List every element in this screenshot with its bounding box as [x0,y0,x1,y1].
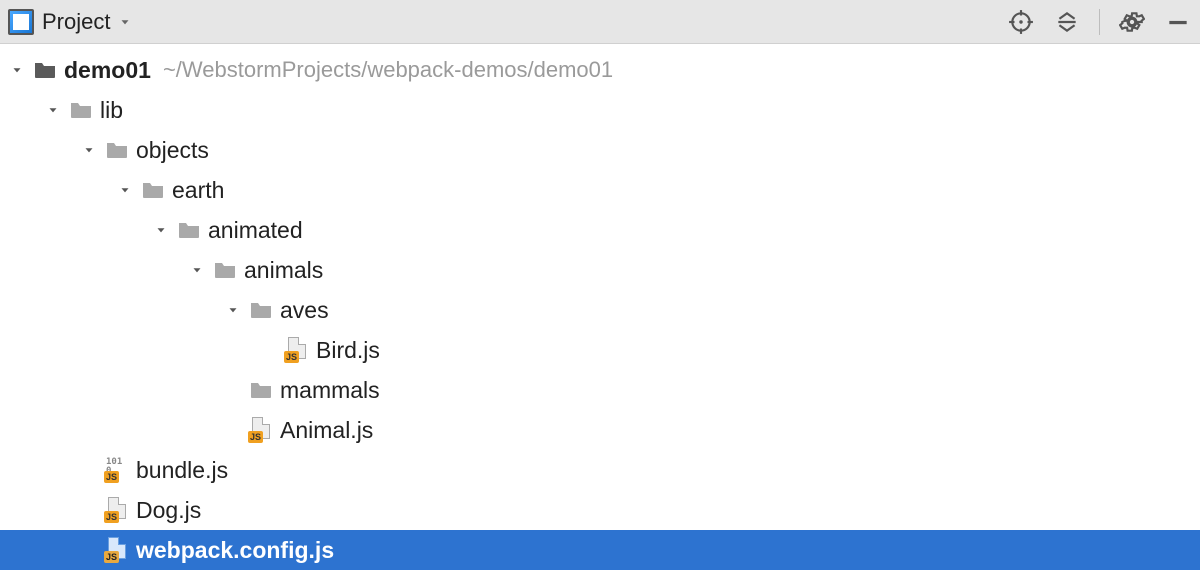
folder-label: animated [208,217,303,244]
expand-toggle-icon[interactable] [6,59,28,81]
project-tool-window-icon [8,9,34,35]
bundle-file-icon: 101 0 JS [104,457,130,483]
tree-row-folder-aves[interactable]: aves [0,290,1200,330]
tree-row-file-dog[interactable]: JS Dog.js [0,490,1200,530]
project-toolbar: Project [0,0,1200,44]
project-view-dropdown-icon[interactable] [118,9,132,35]
expand-toggle-icon[interactable] [114,179,136,201]
file-label: Dog.js [136,497,201,524]
expand-toggle-icon[interactable] [150,219,172,241]
module-folder-icon [32,57,58,83]
folder-icon [212,257,238,283]
folder-icon [104,137,130,163]
tree-row-folder-lib[interactable]: lib [0,90,1200,130]
folder-label: objects [136,137,209,164]
project-root-path: ~/WebstormProjects/webpack-demos/demo01 [163,57,613,83]
tree-row-folder-objects[interactable]: objects [0,130,1200,170]
project-title[interactable]: Project [42,9,110,35]
folder-icon [176,217,202,243]
file-label: Animal.js [280,417,373,444]
collapse-all-icon[interactable] [1053,8,1081,36]
tree-row-file-webpack-config[interactable]: JS webpack.config.js [0,530,1200,570]
project-tree[interactable]: demo01 ~/WebstormProjects/webpack-demos/… [0,44,1200,570]
folder-label: lib [100,97,123,124]
toolbar-divider [1099,9,1100,35]
file-label: bundle.js [136,457,228,484]
locate-file-icon[interactable] [1007,8,1035,36]
settings-gear-icon[interactable] [1118,8,1146,36]
tree-row-folder-animals[interactable]: animals [0,250,1200,290]
tree-row-folder-mammals[interactable]: mammals [0,370,1200,410]
file-label: webpack.config.js [136,537,334,564]
tree-row-file-bundle[interactable]: 101 0 JS bundle.js [0,450,1200,490]
expand-toggle-icon[interactable] [42,99,64,121]
tree-row-project-root[interactable]: demo01 ~/WebstormProjects/webpack-demos/… [0,50,1200,90]
expand-toggle-icon[interactable] [222,299,244,321]
tree-row-file-animal[interactable]: JS Animal.js [0,410,1200,450]
folder-label: mammals [280,377,380,404]
tree-row-folder-earth[interactable]: earth [0,170,1200,210]
folder-icon [248,297,274,323]
js-file-icon: JS [284,337,310,363]
folder-label: animals [244,257,323,284]
folder-icon [248,377,274,403]
file-label: Bird.js [316,337,380,364]
folder-label: earth [172,177,224,204]
expand-toggle-icon[interactable] [186,259,208,281]
tree-row-folder-animated[interactable]: animated [0,210,1200,250]
folder-icon [140,177,166,203]
folder-label: aves [280,297,329,324]
js-file-icon: JS [104,537,130,563]
hide-panel-icon[interactable] [1164,8,1192,36]
folder-icon [68,97,94,123]
tree-row-file-bird[interactable]: JS Bird.js [0,330,1200,370]
expand-toggle-icon[interactable] [78,139,100,161]
project-root-label: demo01 [64,57,151,84]
js-file-icon: JS [248,417,274,443]
js-file-icon: JS [104,497,130,523]
